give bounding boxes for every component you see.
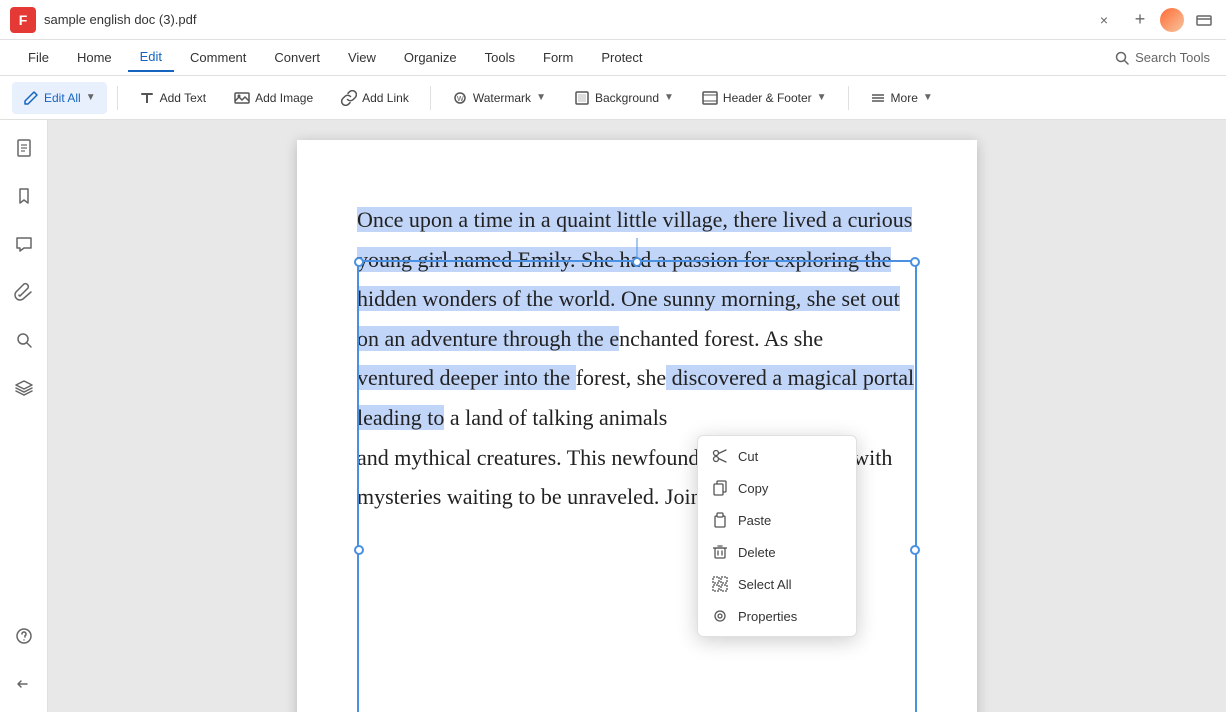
window-icon[interactable] [1192,8,1216,32]
new-tab-button[interactable]: + [1128,8,1152,32]
app-logo: F [10,7,36,33]
edit-all-arrow: ▼ [86,92,96,103]
background-button[interactable]: Background ▼ [563,82,685,114]
delete-label: Delete [738,545,776,560]
context-delete[interactable]: Delete [698,536,856,568]
add-link-button[interactable]: Add Link [330,82,420,114]
toolbar: Edit All ▼ Add Text Add Image Add Link W… [0,76,1226,120]
search-tools-button[interactable]: Search Tools [1115,50,1210,65]
user-avatar[interactable] [1160,8,1184,32]
copy-icon [712,480,728,496]
pdf-page: Once upon a time in a quaint little vill… [297,140,977,712]
sidebar [0,120,48,712]
menu-form[interactable]: Form [531,44,585,72]
unselected-text-2: forest, she [576,365,666,390]
edit-icon [23,90,39,106]
select-all-label: Select All [738,577,791,592]
context-paste[interactable]: Paste [698,504,856,536]
watermark-arrow: ▼ [536,92,546,103]
main-layout: Once upon a time in a quaint little vill… [0,120,1226,712]
more-button[interactable]: More ▼ [859,82,944,114]
handle-middle-right[interactable] [910,545,920,555]
divider-2 [430,86,431,110]
more-icon [870,90,886,106]
context-menu: Cut Copy Paste [697,435,857,637]
properties-icon [712,608,728,624]
sidebar-item-layers[interactable] [8,372,40,404]
unselected-text: nchanted forest. As she [619,326,823,351]
selected-text: Once upon a time in a quaint little vill… [357,207,912,311]
sidebar-item-help[interactable] [8,620,40,652]
select-all-icon [712,576,728,592]
paste-icon [712,512,728,528]
sidebar-item-bookmark[interactable] [8,180,40,212]
edit-all-button[interactable]: Edit All ▼ [12,82,107,114]
titlebar-right [1160,8,1216,32]
add-image-button[interactable]: Add Image [223,82,324,114]
search-tools-label: Search Tools [1135,50,1210,65]
menu-edit[interactable]: Edit [128,44,174,72]
handle-middle-left[interactable] [354,545,364,555]
background-icon [574,90,590,106]
menu-convert[interactable]: Convert [262,44,332,72]
file-name: sample english doc (3).pdf [44,12,1088,27]
scissors-icon [712,448,728,464]
watermark-button[interactable]: W Watermark ▼ [441,82,557,114]
selected-text-3: ventured deeper into the [357,365,576,390]
divider-3 [848,86,849,110]
menu-home[interactable]: Home [65,44,124,72]
add-text-button[interactable]: Add Text [128,82,217,114]
close-tab-button[interactable]: × [1096,12,1112,28]
divider-1 [117,86,118,110]
svg-text:W: W [457,96,464,103]
paste-label: Paste [738,513,771,528]
context-select-all[interactable]: Select All [698,568,856,600]
titlebar: F sample english doc (3).pdf × + [0,0,1226,40]
header-footer-icon [702,90,718,106]
sidebar-item-document[interactable] [8,132,40,164]
context-cut[interactable]: Cut [698,440,856,472]
image-icon [234,90,250,106]
content-area: Once upon a time in a quaint little vill… [48,120,1226,712]
menu-organize[interactable]: Organize [392,44,469,72]
header-footer-button[interactable]: Header & Footer ▼ [691,82,838,114]
menu-comment[interactable]: Comment [178,44,258,72]
menu-protect[interactable]: Protect [589,44,654,72]
edit-all-label: Edit All [44,91,81,105]
properties-label: Properties [738,609,797,624]
delete-icon [712,544,728,560]
more-arrow: ▼ [923,92,933,103]
sidebar-item-comment[interactable] [8,228,40,260]
sidebar-item-attachment[interactable] [8,276,40,308]
menubar: File Home Edit Comment Convert View Orga… [0,40,1226,76]
watermark-icon: W [452,90,468,106]
menu-tools[interactable]: Tools [473,44,527,72]
search-icon [1115,51,1129,65]
context-copy[interactable]: Copy [698,472,856,504]
background-arrow: ▼ [664,92,674,103]
menu-view[interactable]: View [336,44,388,72]
link-icon [341,90,357,106]
sidebar-item-search[interactable] [8,324,40,356]
menu-file[interactable]: File [16,44,61,72]
context-properties[interactable]: Properties [698,600,856,632]
cut-label: Cut [738,449,758,464]
sidebar-item-collapse[interactable] [8,668,40,700]
text-icon [139,90,155,106]
header-footer-arrow: ▼ [817,92,827,103]
copy-label: Copy [738,481,768,496]
unselected-text-3: a land of talking animals [444,405,667,430]
